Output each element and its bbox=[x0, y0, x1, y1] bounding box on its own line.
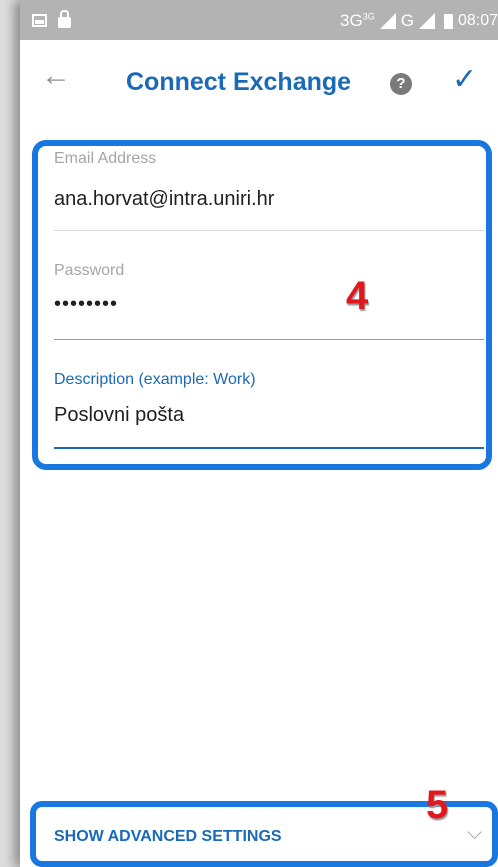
password-label: Password bbox=[54, 262, 125, 279]
clock: 08:07 bbox=[457, 12, 498, 29]
status-bar: 3G3G G 08:07 bbox=[20, 0, 498, 40]
status-indicators: 3G3G G 08:07 bbox=[340, 11, 498, 31]
signal-icon-2 bbox=[418, 13, 435, 29]
lock-icon bbox=[58, 10, 71, 28]
password-field[interactable]: •••••••• bbox=[54, 293, 118, 316]
battery-icon bbox=[443, 13, 453, 29]
signal-icon bbox=[379, 13, 396, 29]
page-title: Connect Exchange bbox=[126, 68, 352, 96]
image-notification-icon bbox=[32, 14, 47, 27]
arrow-back-icon[interactable]: ← bbox=[38, 58, 74, 94]
description-label: Description (example: Work) bbox=[54, 371, 256, 388]
network-type-2: G bbox=[400, 11, 414, 30]
email-field[interactable]: ana.horvat@intra.uniri.hr bbox=[54, 188, 274, 211]
show-advanced-settings-button[interactable]: SHOW ADVANCED SETTINGS bbox=[54, 828, 282, 846]
app-bar: ← Connect Exchange ? ✓ bbox=[20, 40, 498, 124]
annotation-marker-4: 4 bbox=[346, 274, 369, 318]
description-field[interactable]: Poslovni pošta bbox=[54, 404, 184, 427]
email-underline bbox=[54, 230, 484, 231]
annotation-marker-5: 5 bbox=[426, 783, 449, 827]
email-label: Email Address bbox=[54, 150, 157, 167]
network-type: 3G3G bbox=[340, 11, 375, 30]
phone-screen: 3G3G G 08:07 ← Connect Exchange ? ✓ Emai… bbox=[20, 0, 498, 867]
help-circle-icon[interactable]: ? bbox=[390, 73, 412, 95]
description-underline bbox=[54, 447, 484, 449]
password-underline bbox=[54, 339, 484, 340]
checkmark-icon[interactable]: ✓ bbox=[452, 62, 477, 98]
chevron-down-icon[interactable]: ⌵ bbox=[467, 822, 482, 845]
